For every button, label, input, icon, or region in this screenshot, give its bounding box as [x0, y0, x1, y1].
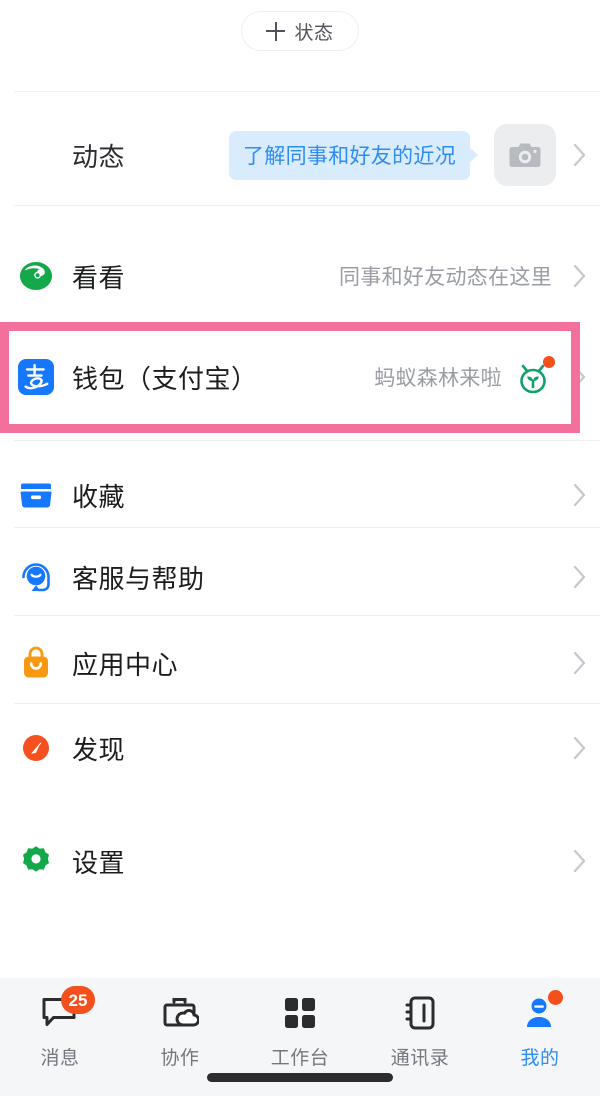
divider	[14, 527, 600, 528]
row-kankan-label: 看看	[72, 262, 126, 293]
tab-workbench-label: 工作台	[270, 1048, 330, 1069]
row-support-label: 客服与帮助	[72, 563, 205, 594]
row-wallet-chevron[interactable]	[560, 365, 600, 389]
app-center-icon-slot	[0, 644, 72, 682]
divider	[14, 91, 600, 92]
add-status-button[interactable]: 状态	[241, 11, 359, 51]
status-pill-label: 状态	[294, 22, 334, 44]
mine-dot-badge	[548, 990, 563, 1005]
row-support-help[interactable]: 客服与帮助	[0, 535, 600, 619]
row-dynamic[interactable]: 动态 了解同事和好友的近况	[0, 112, 600, 198]
headset-icon	[22, 563, 50, 592]
home-indicator	[207, 1073, 393, 1082]
alipay-icon	[18, 359, 54, 395]
grid-icon-wrap	[277, 992, 323, 1034]
gear-icon	[23, 846, 49, 872]
divider	[14, 615, 600, 616]
tab-mine-label: 我的	[520, 1048, 560, 1069]
folder-icon	[20, 483, 52, 508]
kankan-icon-slot	[0, 256, 72, 296]
alipay-icon-slot	[0, 357, 72, 397]
row-kankan-sub: 同事和好友动态在这里	[339, 266, 552, 289]
row-favorites-chevron[interactable]	[560, 483, 600, 507]
row-discover[interactable]: 发现	[0, 707, 600, 789]
status-pill-container: 状态	[0, 0, 600, 62]
row-discover-label: 发现	[72, 734, 126, 765]
shopping-bag-icon	[24, 646, 48, 678]
row-settings[interactable]: 设置	[0, 820, 600, 902]
ant-forest-dot-badge	[543, 356, 555, 368]
camera-icon	[509, 143, 541, 167]
row-kankan[interactable]: 看看 同事和好友动态在这里	[0, 233, 600, 319]
divider	[14, 205, 600, 206]
tab-contacts-label: 通讯录	[390, 1048, 450, 1069]
row-dynamic-label: 动态	[72, 141, 126, 172]
chevron-right-icon	[573, 565, 586, 589]
row-wallet-sub: 蚂蚁森林来啦	[374, 367, 502, 390]
row-support-chevron[interactable]	[560, 565, 600, 589]
row-settings-label: 设置	[72, 847, 126, 878]
tab-collaboration-label: 协作	[160, 1048, 200, 1069]
row-dynamic-chevron[interactable]	[560, 143, 600, 167]
row-app-center-chevron[interactable]	[560, 651, 600, 675]
contacts-icon	[405, 996, 435, 1030]
chevron-right-icon	[573, 736, 586, 760]
briefcase-cloud-icon	[163, 998, 199, 1027]
support-icon-slot	[0, 558, 72, 596]
tab-messages[interactable]: 25 消息	[0, 978, 120, 1082]
row-wallet-alipay[interactable]: 钱包（支付宝） 蚂蚁森林来啦	[0, 333, 600, 421]
compass-icon	[23, 735, 49, 761]
ant-forest-badge-wrap[interactable]	[512, 356, 555, 398]
grid-icon	[285, 998, 315, 1028]
divider	[14, 440, 600, 441]
tab-collaboration[interactable]: 协作	[120, 978, 240, 1082]
row-kankan-chevron[interactable]	[560, 264, 600, 288]
row-app-center-label: 应用中心	[72, 649, 179, 680]
row-discover-chevron[interactable]	[560, 736, 600, 760]
green-eye-icon	[20, 262, 52, 290]
tab-mine[interactable]: 我的	[480, 978, 600, 1082]
contacts-icon-wrap	[397, 992, 443, 1034]
mobile-profile-screen: 状态 动态 了解同事和好友的近况 看看 同事和好友动态在这里 钱包（支付宝） 蚂…	[0, 0, 600, 1096]
chat-bubble-icon-wrap: 25	[37, 986, 95, 1034]
person-icon-wrap	[517, 990, 563, 1034]
briefcase-cloud-icon-wrap	[157, 992, 203, 1034]
dynamic-tip-bubble: 了解同事和好友的近况	[229, 130, 470, 180]
favorites-icon-slot	[0, 476, 72, 514]
row-favorites[interactable]: 收藏	[0, 455, 600, 535]
camera-button[interactable]	[494, 124, 556, 186]
settings-icon-slot	[0, 842, 72, 880]
discover-icon-slot	[0, 729, 72, 767]
row-wallet-label: 钱包（支付宝）	[72, 363, 258, 394]
row-app-center[interactable]: 应用中心	[0, 622, 600, 704]
chevron-right-icon	[573, 264, 586, 288]
chevron-right-icon	[573, 849, 586, 873]
chevron-right-icon	[573, 651, 586, 675]
chevron-right-icon	[573, 143, 586, 167]
tab-messages-label: 消息	[40, 1048, 80, 1069]
plus-icon	[266, 21, 286, 41]
messages-badge: 25	[61, 986, 95, 1014]
tab-contacts[interactable]: 通讯录	[360, 978, 480, 1082]
divider	[14, 703, 600, 704]
row-settings-chevron[interactable]	[560, 849, 600, 873]
chevron-right-icon	[573, 365, 586, 389]
tab-workbench[interactable]: 工作台	[240, 978, 360, 1082]
chevron-right-icon	[573, 483, 586, 507]
row-favorites-label: 收藏	[72, 481, 126, 512]
